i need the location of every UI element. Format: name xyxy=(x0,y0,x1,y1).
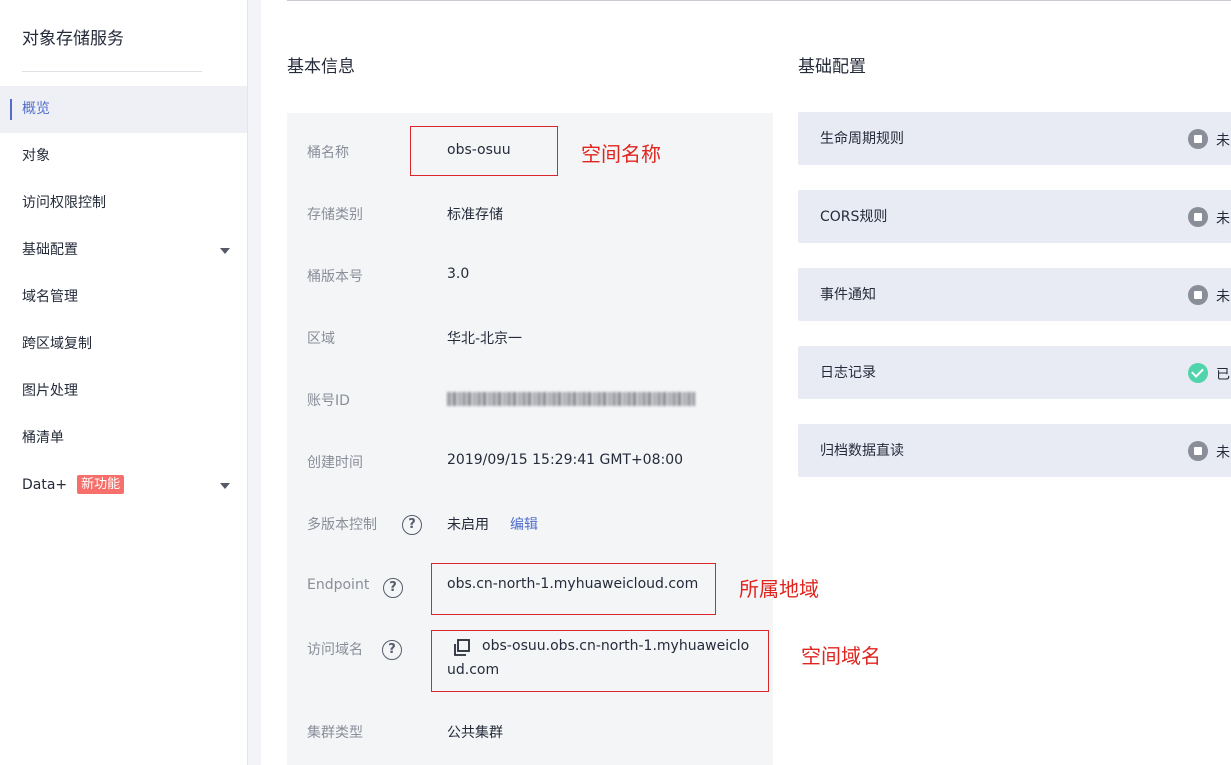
new-feature-badge: 新功能 xyxy=(77,474,125,494)
sidebar-item-label: Data+ xyxy=(22,477,68,493)
sidebar-divider xyxy=(22,71,202,72)
sidebar-item-label: 桶清单 xyxy=(22,430,64,446)
status-enabled-check-icon xyxy=(1188,363,1208,383)
help-icon[interactable]: ? xyxy=(402,515,422,535)
cluster-type-label: 集群类型 xyxy=(307,725,363,741)
basic-config-title: 基础配置 xyxy=(798,57,866,77)
annotation-endpoint: 所属地域 xyxy=(739,577,819,601)
bucket-version-label: 桶版本号 xyxy=(307,269,363,285)
annotation-box-endpoint xyxy=(431,563,716,615)
config-status: 未 xyxy=(1216,445,1230,461)
region-value: 华北-北京一 xyxy=(447,331,523,347)
sidebar-item-label: 基础配置 xyxy=(22,242,78,258)
sidebar-item-access-control[interactable]: 访问权限控制 xyxy=(0,180,247,227)
sidebar-item-basic-config[interactable]: 基础配置 xyxy=(0,227,247,274)
config-card-label: 生命周期规则 xyxy=(820,131,904,147)
bucket-version-value: 3.0 xyxy=(447,266,470,282)
config-card-label: 归档数据直读 xyxy=(820,443,904,459)
sidebar-item-label: 跨区域复制 xyxy=(22,336,92,352)
config-card-archive-direct-read[interactable]: 归档数据直读 未 xyxy=(798,424,1231,477)
annotation-bucket-name: 空间名称 xyxy=(581,142,661,166)
sidebar-item-label: 域名管理 xyxy=(22,289,78,305)
storage-class-label: 存储类别 xyxy=(307,207,363,223)
cluster-type-value: 公共集群 xyxy=(447,725,503,741)
status-disabled-icon xyxy=(1188,441,1208,461)
annotation-box-access-domain xyxy=(431,630,769,692)
service-title: 对象存储服务 xyxy=(22,29,124,49)
annotation-box-bucket-name xyxy=(410,126,558,176)
sidebar-item-domain-management[interactable]: 域名管理 xyxy=(0,274,247,321)
config-card-label: 事件通知 xyxy=(820,287,876,303)
config-status: 未 xyxy=(1216,133,1230,149)
sidebar-item-cross-region-replication[interactable]: 跨区域复制 xyxy=(0,321,247,368)
sidebar-item-label: 概览 xyxy=(22,101,50,117)
config-card-logging[interactable]: 日志记录 已 xyxy=(798,346,1231,399)
created-time-label: 创建时间 xyxy=(307,455,363,471)
sidebar-item-image-processing[interactable]: 图片处理 xyxy=(0,368,247,415)
caret-down-icon[interactable] xyxy=(220,248,230,254)
account-id-value-redacted xyxy=(447,392,695,406)
bucket-name-label: 桶名称 xyxy=(307,145,349,161)
header-divider xyxy=(287,0,1231,1)
versioning-value: 未启用 xyxy=(447,517,489,533)
sidebar-item-objects[interactable]: 对象 xyxy=(0,133,247,180)
help-icon[interactable]: ? xyxy=(382,640,402,660)
versioning-label: 多版本控制 xyxy=(307,517,377,533)
status-disabled-icon xyxy=(1188,207,1208,227)
help-icon[interactable]: ? xyxy=(383,578,403,598)
sidebar-gutter xyxy=(248,0,261,765)
annotation-access-domain: 空间域名 xyxy=(801,644,881,668)
config-card-lifecycle[interactable]: 生命周期规则 未 xyxy=(798,112,1231,165)
storage-class-value: 标准存储 xyxy=(447,207,503,223)
sidebar-item-overview[interactable]: 概览 xyxy=(0,86,247,133)
account-id-label: 账号ID xyxy=(307,393,350,409)
access-domain-label: 访问域名 xyxy=(307,642,363,658)
basic-info-title: 基本信息 xyxy=(287,57,355,77)
config-status: 未 xyxy=(1216,289,1230,305)
config-card-cors[interactable]: CORS规则 未 xyxy=(798,190,1231,243)
sidebar-item-data-plus[interactable]: Data+ 新功能 xyxy=(0,462,247,509)
endpoint-label: Endpoint xyxy=(307,577,370,593)
sidebar-item-bucket-inventory[interactable]: 桶清单 xyxy=(0,415,247,462)
status-disabled-icon xyxy=(1188,129,1208,149)
edit-versioning-link[interactable]: 编辑 xyxy=(510,514,538,534)
status-disabled-icon xyxy=(1188,285,1208,305)
config-status: 未 xyxy=(1216,211,1230,227)
config-card-label: CORS规则 xyxy=(820,209,888,225)
sidebar-item-label: 访问权限控制 xyxy=(22,195,106,211)
config-card-event-notification[interactable]: 事件通知 未 xyxy=(798,268,1231,321)
config-card-label: 日志记录 xyxy=(820,365,876,381)
sidebar-item-label: 对象 xyxy=(22,148,50,164)
region-label: 区域 xyxy=(307,331,335,347)
sidebar-item-label: 图片处理 xyxy=(22,383,78,399)
sidebar-nav: 概览 对象 访问权限控制 基础配置 域名管理 跨区域复制 图片处理 桶清单 Da… xyxy=(0,86,247,509)
created-time-value: 2019/09/15 15:29:41 GMT+08:00 xyxy=(447,452,684,468)
sidebar: 对象存储服务 概览 对象 访问权限控制 基础配置 域名管理 跨区域复制 图片处理… xyxy=(0,0,248,765)
config-status: 已 xyxy=(1216,367,1230,383)
caret-down-icon[interactable] xyxy=(220,483,230,489)
